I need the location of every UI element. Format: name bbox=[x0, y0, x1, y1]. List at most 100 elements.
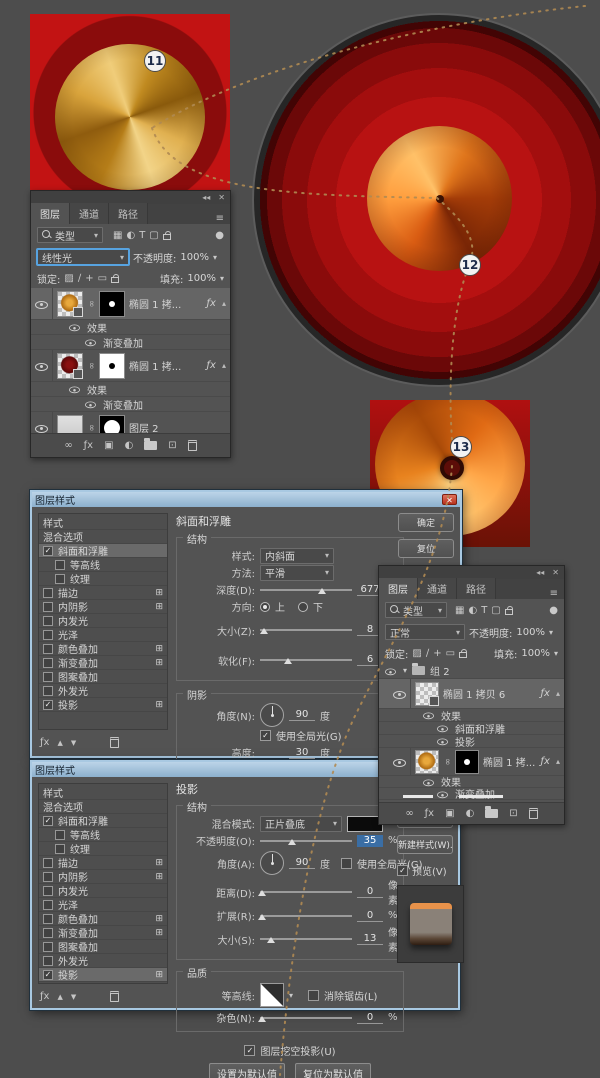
layer-thumbnail[interactable] bbox=[415, 682, 439, 706]
checkbox-icon[interactable] bbox=[43, 630, 53, 640]
layer-row-ellipse-copy-b[interactable]: ∞ 椭圆 1 拷... ƒx ▴ bbox=[31, 350, 230, 382]
layer-name[interactable]: 椭圆 1 拷... bbox=[129, 296, 203, 311]
layer-mask-thumbnail[interactable] bbox=[99, 353, 125, 379]
scrollbar-hint[interactable] bbox=[403, 795, 433, 798]
eye-icon[interactable] bbox=[384, 665, 397, 677]
delete-layer-icon[interactable] bbox=[188, 440, 197, 451]
delete-effect-icon[interactable] bbox=[110, 737, 119, 748]
eye-icon[interactable] bbox=[436, 735, 449, 747]
soften-slider[interactable] bbox=[260, 659, 352, 661]
altitude-value[interactable]: 30 bbox=[289, 747, 315, 759]
checkbox-icon[interactable] bbox=[43, 900, 53, 910]
angle-dial[interactable] bbox=[260, 851, 284, 875]
delete-layer-icon[interactable] bbox=[529, 808, 538, 819]
style-list-item-stroke[interactable]: 描边⊞ bbox=[39, 856, 167, 870]
eye-icon[interactable] bbox=[68, 383, 81, 395]
tab-channels[interactable]: 通道 bbox=[70, 203, 109, 224]
style-list-item-gradient-overlay[interactable]: 渐变叠加⊞ bbox=[39, 926, 167, 940]
style-list-item-styles[interactable]: 样式 bbox=[39, 516, 167, 530]
style-list-item-contour[interactable]: 等高线 bbox=[39, 558, 167, 572]
style-list-item-bevel-emboss[interactable]: ✓斜面和浮雕 bbox=[39, 814, 167, 828]
checkbox-icon[interactable] bbox=[43, 658, 53, 668]
contour-picker[interactable] bbox=[260, 983, 284, 1007]
style-list-item-pattern-overlay[interactable]: 图案叠加 bbox=[39, 670, 167, 684]
tab-paths[interactable]: 路径 bbox=[109, 203, 148, 224]
checkbox-icon[interactable] bbox=[43, 672, 53, 682]
global-light-checkbox[interactable] bbox=[341, 858, 352, 869]
style-list-item-contour[interactable]: 等高线 bbox=[39, 828, 167, 842]
plus-icon[interactable]: ⊞ bbox=[155, 872, 163, 882]
smart-object-filter-icon[interactable] bbox=[163, 234, 171, 240]
size-value[interactable]: 13 bbox=[357, 933, 383, 945]
style-list-item-texture[interactable]: 纹理 bbox=[39, 842, 167, 856]
checkbox-icon[interactable]: ✓ bbox=[43, 546, 53, 556]
style-list-item-inner-shadow[interactable]: 内阴影⊞ bbox=[39, 600, 167, 614]
checkbox-icon[interactable] bbox=[55, 844, 65, 854]
dialog-titlebar[interactable]: 图层样式 ✕ bbox=[32, 492, 460, 507]
close-icon[interactable]: ✕ bbox=[442, 494, 457, 505]
bevel-style-dropdown[interactable]: 内斜面▾ bbox=[260, 548, 334, 564]
lock-transparency-icon[interactable]: ▨ bbox=[64, 273, 73, 284]
move-down-icon[interactable]: ▼ bbox=[71, 993, 76, 1001]
opacity-value[interactable]: 35 bbox=[357, 835, 383, 847]
new-layer-icon[interactable]: ⊡ bbox=[168, 440, 176, 451]
group-row[interactable]: ▾ 组 2 bbox=[379, 663, 564, 679]
link-layers-icon[interactable]: ∞ bbox=[64, 440, 72, 451]
checkbox-icon[interactable]: ✓ bbox=[43, 970, 53, 980]
checkbox-icon[interactable] bbox=[43, 928, 53, 938]
checkbox-icon[interactable] bbox=[43, 858, 53, 868]
fx-badge[interactable]: ƒx bbox=[541, 688, 552, 699]
collapse-effects-icon[interactable]: ▴ bbox=[556, 757, 564, 766]
eye-icon[interactable] bbox=[392, 687, 407, 701]
eye-icon[interactable] bbox=[68, 321, 81, 333]
type-filter-icon[interactable]: T bbox=[481, 605, 487, 616]
layer-row-ellipse-copy6[interactable]: 椭圆 1 拷贝 6 ƒx ▴ bbox=[379, 679, 564, 709]
distance-slider[interactable] bbox=[260, 891, 352, 893]
checkbox-icon[interactable] bbox=[43, 914, 53, 924]
lock-position-icon[interactable]: + bbox=[85, 273, 93, 284]
opacity-value[interactable]: 100% bbox=[516, 627, 545, 638]
style-list-item-inner-glow[interactable]: 内发光 bbox=[39, 884, 167, 898]
tab-layers[interactable]: 图层 bbox=[379, 578, 418, 599]
angle-value[interactable]: 90 bbox=[289, 709, 315, 721]
eye-icon[interactable] bbox=[436, 788, 449, 800]
expand-group-icon[interactable]: ▾ bbox=[403, 666, 407, 675]
adjustment-layer-icon[interactable]: ◐ bbox=[125, 440, 134, 451]
effects-row[interactable]: 效果 bbox=[31, 382, 230, 397]
adjustment-filter-icon[interactable]: ◐ bbox=[468, 605, 477, 616]
fx-icon[interactable]: ƒx bbox=[40, 737, 49, 748]
layer-row-ellipse-copy-a[interactable]: ∞ 椭圆 1 拷... ƒx ▴ bbox=[31, 288, 230, 320]
style-list-item-pattern-overlay[interactable]: 图案叠加 bbox=[39, 940, 167, 954]
style-list-item-inner-glow[interactable]: 内发光 bbox=[39, 614, 167, 628]
collapse-effects-icon[interactable]: ▴ bbox=[222, 361, 230, 370]
lock-pixels-icon[interactable]: ∕ bbox=[78, 273, 81, 284]
collapse-effects-icon[interactable]: ▴ bbox=[222, 299, 230, 308]
eye-icon[interactable] bbox=[422, 776, 435, 788]
checkbox-icon[interactable] bbox=[43, 872, 53, 882]
style-list-item-inner-shadow[interactable]: 内阴影⊞ bbox=[39, 870, 167, 884]
checkbox-icon[interactable] bbox=[55, 830, 65, 840]
plus-icon[interactable]: ⊞ bbox=[155, 928, 163, 938]
close-icon[interactable]: ✕ bbox=[552, 568, 559, 577]
plus-icon[interactable]: ⊞ bbox=[155, 858, 163, 868]
group-name[interactable]: 组 2 bbox=[430, 663, 450, 678]
style-list-item-texture[interactable]: 纹理 bbox=[39, 572, 167, 586]
style-list-item-satin[interactable]: 光泽 bbox=[39, 898, 167, 912]
noise-slider[interactable] bbox=[260, 1017, 352, 1019]
eye-icon[interactable] bbox=[84, 336, 97, 348]
plus-icon[interactable]: ⊞ bbox=[155, 588, 163, 598]
layer-style-icon[interactable]: ƒx bbox=[84, 440, 93, 451]
lock-artboard-icon[interactable]: ▭ bbox=[98, 273, 107, 284]
chevron-down-icon[interactable]: ▾ bbox=[220, 274, 224, 283]
chevron-down-icon[interactable]: ▾ bbox=[289, 991, 293, 1000]
layer-mask-thumbnail[interactable] bbox=[99, 291, 125, 317]
plus-icon[interactable]: ⊞ bbox=[155, 644, 163, 654]
opacity-slider[interactable] bbox=[260, 840, 352, 842]
size-slider[interactable] bbox=[260, 938, 352, 940]
style-list-item-blending-options[interactable]: 混合选项 bbox=[39, 800, 167, 814]
checkbox-icon[interactable] bbox=[43, 588, 53, 598]
plus-icon[interactable]: ⊞ bbox=[155, 658, 163, 668]
style-list-item-styles[interactable]: 样式 bbox=[39, 786, 167, 800]
style-list-item-stroke[interactable]: 描边⊞ bbox=[39, 586, 167, 600]
layer-thumbnail[interactable] bbox=[415, 750, 439, 774]
